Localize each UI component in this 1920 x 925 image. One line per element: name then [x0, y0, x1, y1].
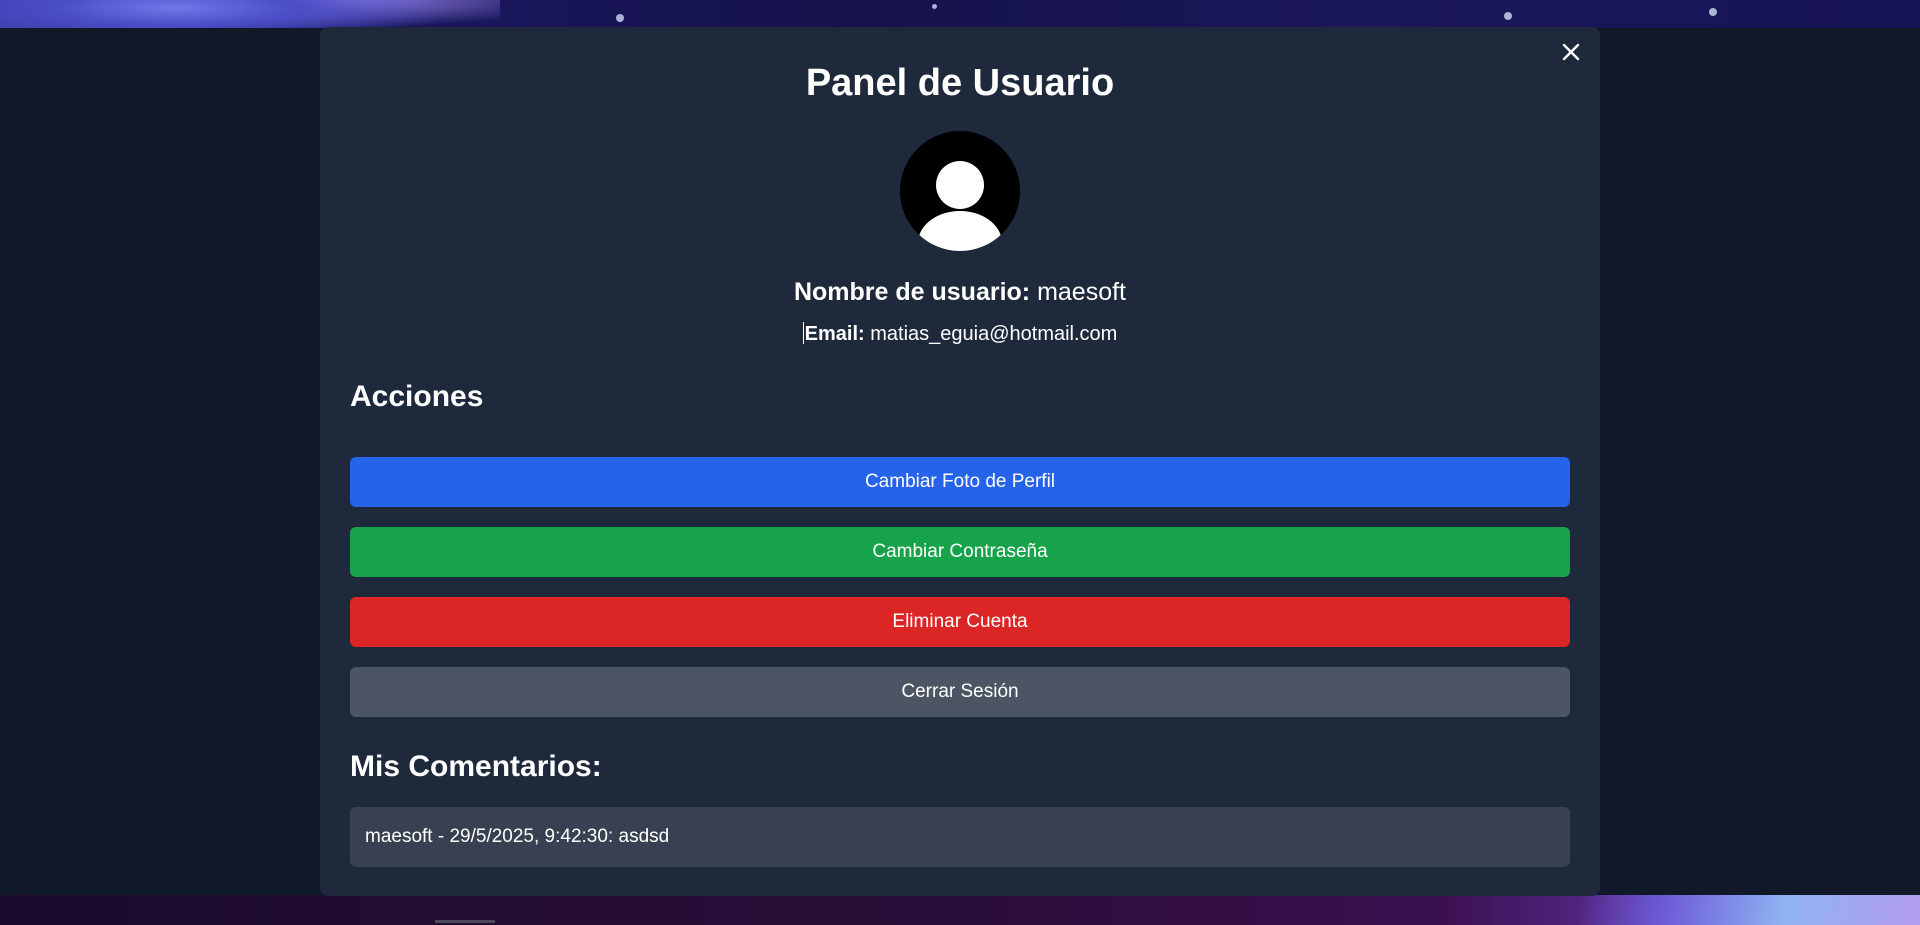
- backdrop-left: [0, 28, 320, 895]
- logout-button[interactable]: Cerrar Sesión: [350, 667, 1570, 717]
- comments-heading: Mis Comentarios:: [350, 750, 602, 783]
- actions-heading: Acciones: [350, 380, 484, 413]
- email-label: Email:: [804, 323, 865, 345]
- username-label: Nombre de usuario:: [793, 278, 1031, 306]
- background-bottom-banner: [0, 895, 1920, 925]
- email-value: matias_eguia@hotmail.com: [870, 323, 1118, 345]
- background-top-banner: [0, 0, 1920, 28]
- username-line: Nombre de usuario: maesoft: [320, 275, 1600, 309]
- page-title: Panel de Usuario: [805, 62, 1115, 104]
- scrollbar-hint: [435, 920, 495, 923]
- comment-text: maesoft - 29/5/2025, 9:42:30: asdsd: [365, 826, 670, 847]
- avatar[interactable]: [900, 131, 1020, 251]
- background-star: [1504, 12, 1512, 20]
- background-swirl: [0, 0, 500, 28]
- user-panel-modal: Panel de Usuario Nombre de usuario: maes…: [320, 27, 1600, 896]
- change-password-button[interactable]: Cambiar Contraseña: [350, 527, 1570, 577]
- username-value: maesoft: [1037, 278, 1127, 306]
- text-caret: [802, 322, 804, 344]
- email-line: Email: matias_eguia@hotmail.com: [320, 320, 1600, 348]
- delete-account-button[interactable]: Eliminar Cuenta: [350, 597, 1570, 647]
- background-star: [616, 14, 624, 22]
- background-glow: [1580, 895, 1920, 925]
- change-photo-button[interactable]: Cambiar Foto de Perfil: [350, 457, 1570, 507]
- comment-item: maesoft - 29/5/2025, 9:42:30: asdsd: [350, 807, 1570, 867]
- user-avatar-icon: [918, 161, 1002, 251]
- background-star: [932, 4, 937, 9]
- backdrop-right: [1600, 28, 1920, 895]
- background-star: [1709, 8, 1717, 16]
